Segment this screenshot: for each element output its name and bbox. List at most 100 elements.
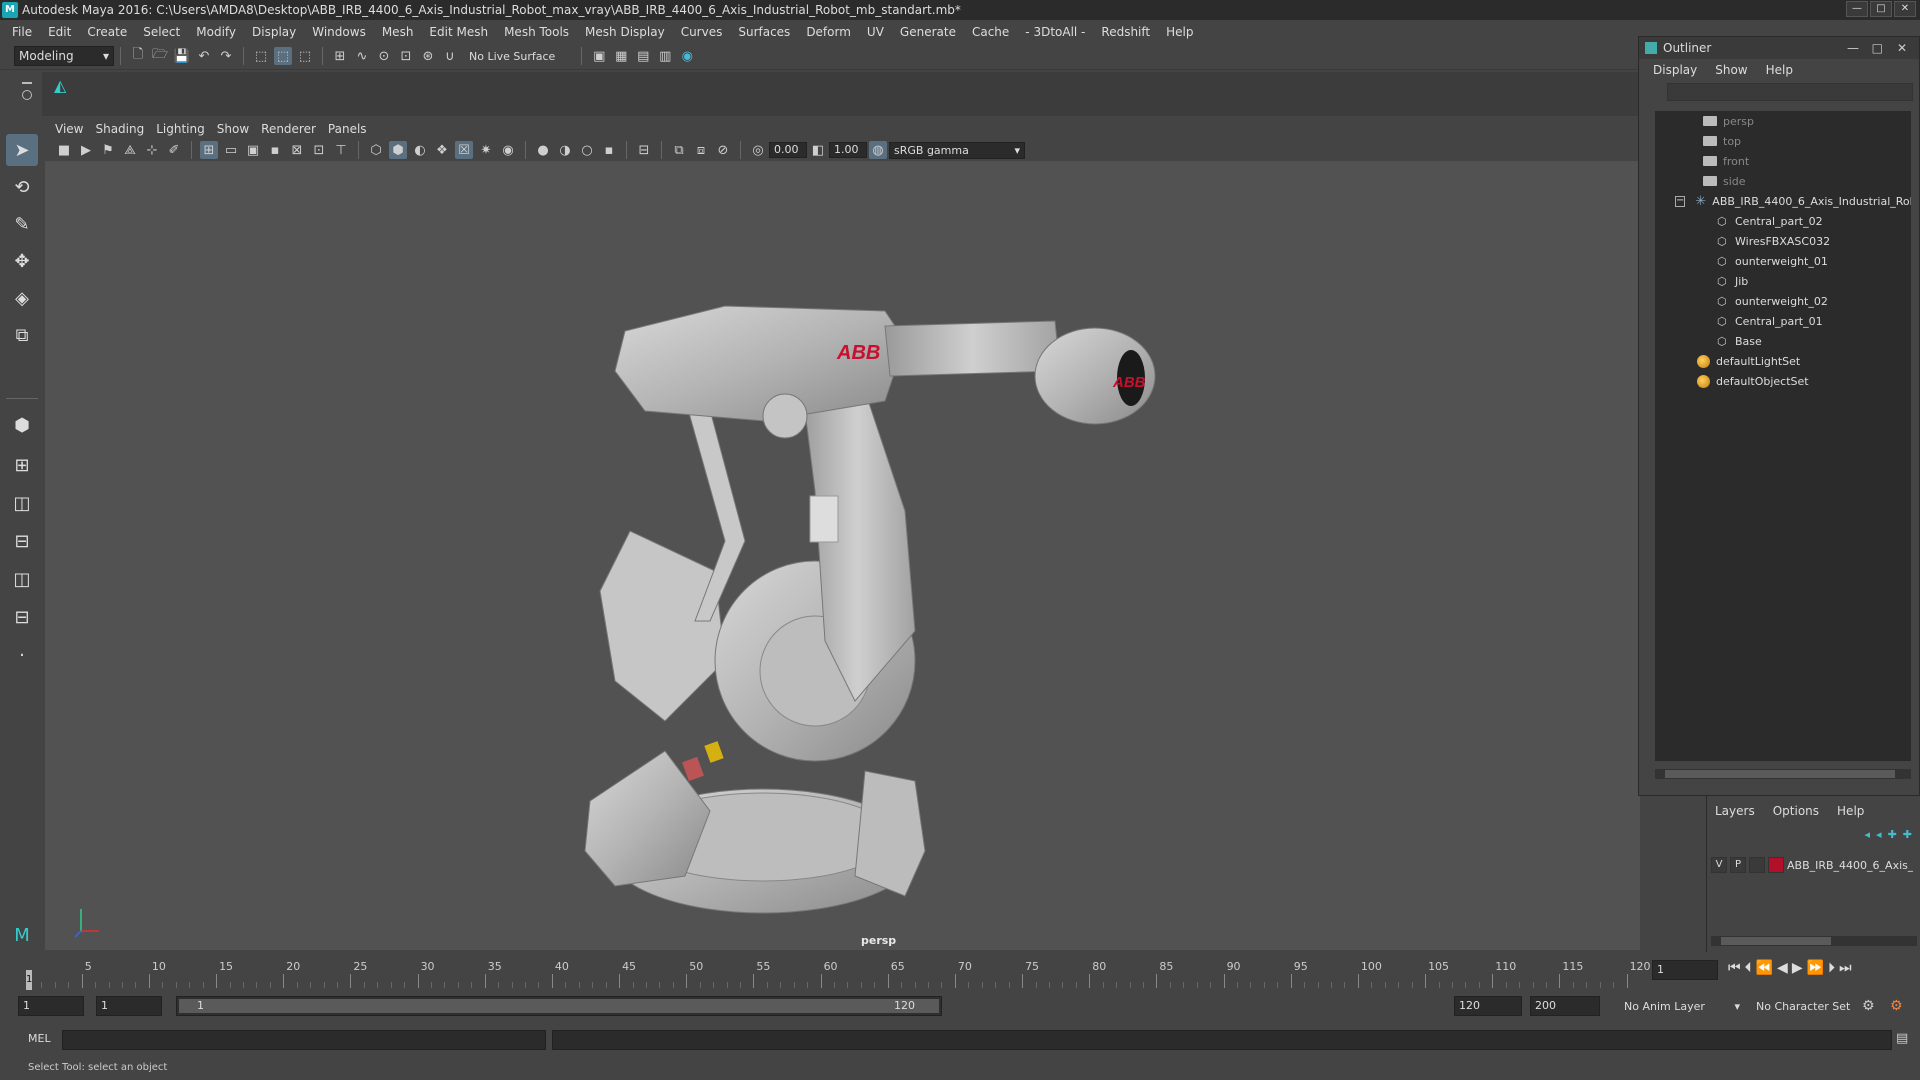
outliner-item-central-part-01[interactable]: ⬡ Central_part_01 xyxy=(1655,311,1911,331)
xray-components-icon[interactable]: ⧈ xyxy=(692,141,710,159)
gamma-icon[interactable]: ◧ xyxy=(809,141,827,159)
live-surface-label[interactable]: No Live Surface xyxy=(469,50,555,63)
play-backwards-icon[interactable]: ◀ xyxy=(1777,960,1788,976)
menu-windows[interactable]: Windows xyxy=(304,25,374,39)
menu-redshift[interactable]: Redshift xyxy=(1093,25,1158,39)
scale-tool-icon[interactable]: ⧉ xyxy=(6,319,38,351)
layer-playback-toggle[interactable]: P xyxy=(1730,857,1746,873)
layer-menu-options[interactable]: Options xyxy=(1773,804,1819,818)
range-slider[interactable]: 1 120 xyxy=(176,996,942,1016)
move-tool-icon[interactable]: ✥ xyxy=(6,245,38,277)
snap-grid-icon[interactable]: ⊞ xyxy=(331,47,349,65)
redo-icon[interactable]: ↷ xyxy=(217,47,235,65)
animation-start-field[interactable]: 1 xyxy=(18,996,84,1016)
exposure-field[interactable]: 0.00 xyxy=(769,142,807,158)
render-frame-icon[interactable]: ▦ xyxy=(612,47,630,65)
minimize-button[interactable]: — xyxy=(1846,1,1868,17)
smooth-shade-icon[interactable]: ⬢ xyxy=(389,141,407,159)
character-set-dropdown[interactable]: No Character Set xyxy=(1752,996,1868,1016)
minimize-icon[interactable]: — xyxy=(1847,41,1859,55)
shadows-icon[interactable]: ✷ xyxy=(477,141,495,159)
menu-help[interactable]: Help xyxy=(1158,25,1201,39)
hypershade-icon[interactable]: ◉ xyxy=(678,47,696,65)
hypershade-layout-icon[interactable]: ◫ xyxy=(6,563,38,595)
outliner-item-wires[interactable]: ⬡ WiresFBXASC032 xyxy=(1655,231,1911,251)
move-layer-up-icon[interactable]: ◂ xyxy=(1865,828,1871,841)
render-view-icon[interactable]: ▣ xyxy=(590,47,608,65)
panel-menu-lighting[interactable]: Lighting xyxy=(150,122,211,136)
open-scene-icon[interactable]: 🗁 xyxy=(151,47,169,65)
command-input[interactable] xyxy=(62,1030,546,1050)
menu-mesh-display[interactable]: Mesh Display xyxy=(577,25,673,39)
outliner-item-central-part-02[interactable]: ⬡ Central_part_02 xyxy=(1655,211,1911,231)
layer-menu-help[interactable]: Help xyxy=(1837,804,1864,818)
step-back-frame-icon[interactable]: ⏪ xyxy=(1756,960,1773,976)
layer-visibility-toggle[interactable]: V xyxy=(1711,857,1727,873)
outliner-item-counterweight-02[interactable]: ⬡ ounterweight_02 xyxy=(1655,291,1911,311)
maya-shelf-icon[interactable]: ◭ xyxy=(54,76,66,95)
outliner-filter-field[interactable] xyxy=(1667,83,1913,101)
layer-menu-layers[interactable]: Layers xyxy=(1715,804,1755,818)
four-view-layout-icon[interactable]: ⊞ xyxy=(6,449,38,481)
animation-preferences-icon[interactable]: ⚙ xyxy=(1890,998,1903,1014)
image-plane-icon[interactable]: ⟁ xyxy=(121,141,139,159)
close-button[interactable]: ✕ xyxy=(1894,1,1916,17)
panel-menu-view[interactable]: View xyxy=(49,122,89,136)
move-layer-down-icon[interactable]: ◂ xyxy=(1876,828,1882,841)
isolate-select-icon[interactable]: ▪ xyxy=(600,141,618,159)
grease-pencil-icon[interactable]: ✐ xyxy=(165,141,183,159)
robot-model[interactable]: ABB ABB xyxy=(45,161,1640,950)
select-tool-icon[interactable]: ➤ xyxy=(6,134,38,166)
snap-point-icon[interactable]: ⊙ xyxy=(375,47,393,65)
menu-3dtoall[interactable]: - 3DtoAll - xyxy=(1017,25,1093,39)
outliner-item-top[interactable]: top xyxy=(1655,131,1911,151)
outliner-item-persp[interactable]: persp xyxy=(1655,111,1911,131)
safe-title-icon[interactable]: ⊤ xyxy=(332,141,350,159)
panel-menu-panels[interactable]: Panels xyxy=(322,122,373,136)
select-hierarchy-icon[interactable]: ⬚ xyxy=(252,47,270,65)
safe-action-icon[interactable]: ⊡ xyxy=(310,141,328,159)
snap-live-icon[interactable]: ⊛ xyxy=(419,47,437,65)
rotate-tool-icon[interactable]: ◈ xyxy=(6,282,38,314)
auto-key-icon[interactable]: ⚙ xyxy=(1862,998,1875,1014)
maximize-icon[interactable]: □ xyxy=(1872,41,1883,55)
field-chart-icon[interactable]: ⊠ xyxy=(288,141,306,159)
time-ruler[interactable]: 5 10 15 20 25 30 35 40 45 50 55 60 65 70 75 80 85 90 95 100… xyxy=(28,954,1651,988)
bookmark-icon[interactable]: ⚑ xyxy=(99,141,117,159)
outliner-item-default-light-set[interactable]: defaultLightSet xyxy=(1655,351,1911,371)
extra-layout-icon[interactable]: · xyxy=(6,639,38,671)
range-slider-handle[interactable] xyxy=(179,999,939,1013)
xray-icon[interactable]: ⊟ xyxy=(635,141,653,159)
persp-graph-layout-icon[interactable]: ⊟ xyxy=(6,525,38,557)
animation-end-field[interactable]: 200 xyxy=(1530,996,1600,1016)
two-d-pan-icon[interactable]: ⊹ xyxy=(143,141,161,159)
time-slider[interactable]: 5 10 15 20 25 30 35 40 45 50 55 60 65 70 75 80 85 90 95 100… xyxy=(0,952,1920,990)
current-frame-field[interactable]: 1 xyxy=(1652,960,1718,980)
outliner-item-robot-group[interactable]: − ✳ ABB_IRB_4400_6_Axis_Industrial_Robo xyxy=(1655,191,1911,211)
step-forward-key-icon[interactable]: ⏵ xyxy=(1828,960,1835,976)
menu-uv[interactable]: UV xyxy=(859,25,892,39)
menu-select[interactable]: Select xyxy=(135,25,188,39)
panel-menu-show[interactable]: Show xyxy=(211,122,255,136)
command-language-label[interactable]: MEL xyxy=(28,1032,51,1045)
menu-surfaces[interactable]: Surfaces xyxy=(730,25,798,39)
lasso-tool-icon[interactable]: ⟲ xyxy=(6,171,38,203)
motion-blur-icon[interactable]: ● xyxy=(534,141,552,159)
outliner-horizontal-scrollbar[interactable] xyxy=(1655,769,1911,779)
color-management-icon[interactable]: ◍ xyxy=(869,141,887,159)
go-to-start-icon[interactable]: ⏮ xyxy=(1728,960,1741,976)
outliner-menu-display[interactable]: Display xyxy=(1653,63,1697,77)
new-layer-from-selected-icon[interactable]: ✚ xyxy=(1903,828,1912,841)
wireframe-icon[interactable]: ⬡ xyxy=(367,141,385,159)
outliner-layout-icon[interactable]: ⊟ xyxy=(6,601,38,633)
grid-icon[interactable]: ⊞ xyxy=(200,141,218,159)
outliner-item-side[interactable]: side xyxy=(1655,171,1911,191)
snap-view-plane-icon[interactable]: ⊡ xyxy=(397,47,415,65)
layer-horizontal-scrollbar[interactable] xyxy=(1711,936,1917,946)
step-back-key-icon[interactable]: ⏴ xyxy=(1745,960,1752,976)
script-editor-icon[interactable]: ▤ xyxy=(1896,1031,1908,1046)
outliner-item-base[interactable]: ⬡ Base xyxy=(1655,331,1911,351)
camera-attributes-icon[interactable]: ▶ xyxy=(77,141,95,159)
maximize-button[interactable]: □ xyxy=(1870,1,1892,17)
gate-mask-icon[interactable]: ▪ xyxy=(266,141,284,159)
